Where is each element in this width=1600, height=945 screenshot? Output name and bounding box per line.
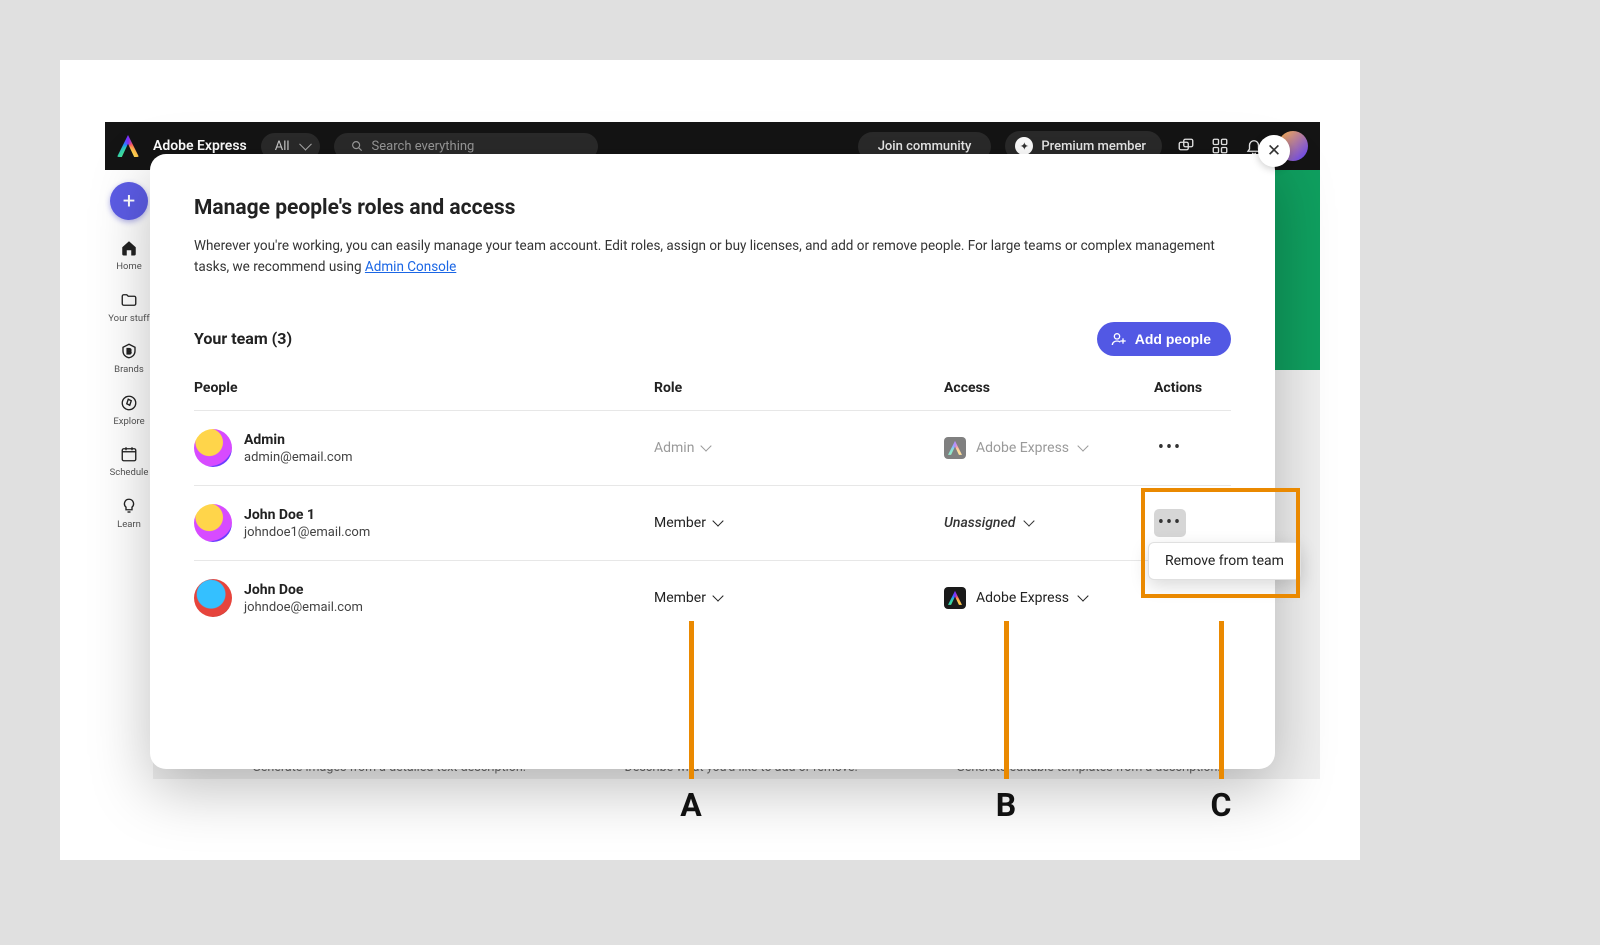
access-value: Adobe Express (976, 440, 1069, 456)
person-email: admin@email.com (244, 450, 353, 465)
table-row: John Doe 1 johndoe1@email.com Member Una… (194, 485, 1231, 560)
sidebar-item-home[interactable]: Home (105, 238, 153, 272)
brand-icon: B (119, 341, 139, 361)
person-email: johndoe1@email.com (244, 525, 370, 540)
annotation-letter-a: A (680, 786, 702, 824)
row-actions-button[interactable]: ••• (1154, 584, 1186, 612)
person-name: John Doe 1 (244, 506, 370, 525)
chevron-down-icon (1077, 441, 1088, 452)
sidebar-label: Your stuff (108, 314, 150, 324)
role-dropdown[interactable]: Admin (654, 440, 944, 456)
avatar (194, 429, 232, 467)
col-people: People (194, 380, 654, 396)
annotation-line-b (1004, 621, 1009, 779)
people-table: People Role Access Actions Admin admin@e… (194, 380, 1231, 635)
table-row: Admin admin@email.com Admin Adobe Expres… (194, 410, 1231, 485)
search-placeholder: Search everything (372, 139, 475, 154)
sidebar-label: Brands (114, 365, 144, 375)
search-icon (350, 139, 364, 153)
annotation-line-a (689, 621, 694, 779)
access-value: Adobe Express (976, 590, 1069, 606)
chevron-down-icon (701, 441, 712, 452)
avatar (194, 579, 232, 617)
sidebar-item-brands[interactable]: B Brands (105, 341, 153, 375)
admin-console-link[interactable]: Admin Console (365, 259, 456, 275)
table-header: People Role Access Actions (194, 380, 1231, 410)
person-name: John Doe (244, 581, 363, 600)
table-row: John Doe johndoe@email.com Member Adobe … (194, 560, 1231, 635)
folder-icon (119, 290, 139, 310)
sidebar-label: Learn (117, 520, 141, 530)
access-value: Unassigned (944, 515, 1015, 531)
person-email: johndoe@email.com (244, 600, 363, 615)
row-actions-button[interactable]: ••• (1154, 509, 1186, 537)
close-modal-button[interactable]: ✕ (1258, 135, 1290, 167)
chevron-down-icon (712, 516, 723, 527)
sidebar: + Home Your stuff B Brands Explore (105, 170, 153, 779)
share-icon[interactable] (1176, 136, 1196, 156)
role-value: Admin (654, 440, 694, 456)
annotation-line-c (1219, 621, 1224, 779)
role-value: Member (654, 590, 706, 606)
annotation-letter-c: C (1211, 786, 1232, 824)
col-access: Access (944, 380, 1154, 396)
sidebar-label: Explore (113, 417, 144, 427)
avatar (194, 504, 232, 542)
home-icon (119, 238, 139, 258)
manage-people-modal: Manage people's roles and access Whereve… (150, 154, 1275, 769)
adobe-express-app-icon (944, 587, 966, 609)
remove-from-team-menu-item[interactable]: Remove from team (1148, 542, 1301, 580)
chevron-down-icon (1024, 516, 1035, 527)
modal-title: Manage people's roles and access (194, 196, 1231, 220)
add-person-icon (1111, 331, 1127, 347)
svg-text:B: B (127, 347, 132, 356)
brand-name: Adobe Express (153, 138, 247, 154)
person-cell: John Doe 1 johndoe1@email.com (194, 504, 654, 542)
modal-description: Wherever you're working, you can easily … (194, 236, 1224, 278)
more-dots-icon: ••• (1158, 587, 1182, 608)
role-dropdown[interactable]: Member (654, 590, 944, 606)
compass-icon (119, 393, 139, 413)
role-value: Member (654, 515, 706, 531)
access-dropdown[interactable]: Adobe Express (944, 437, 1154, 459)
col-role: Role (654, 380, 944, 396)
chevron-down-icon (1077, 591, 1088, 602)
access-dropdown[interactable]: Adobe Express (944, 587, 1154, 609)
premium-label: Premium member (1041, 139, 1146, 154)
lightbulb-icon (119, 496, 139, 516)
add-people-button[interactable]: Add people (1097, 322, 1231, 356)
more-dots-icon: ••• (1158, 437, 1182, 458)
calendar-icon (119, 444, 139, 464)
add-people-label: Add people (1135, 331, 1211, 347)
col-actions: Actions (1154, 380, 1234, 396)
annotation-letter-b: B (996, 786, 1016, 824)
sidebar-item-learn[interactable]: Learn (105, 496, 153, 530)
person-cell: John Doe johndoe@email.com (194, 579, 654, 617)
modal-description-text: Wherever you're working, you can easily … (194, 238, 1215, 275)
adobe-logo-icon (117, 135, 139, 157)
adobe-express-app-icon (944, 437, 966, 459)
role-dropdown[interactable]: Member (654, 515, 944, 531)
row-actions-button[interactable]: ••• (1154, 434, 1186, 462)
access-dropdown[interactable]: Unassigned (944, 515, 1154, 531)
team-heading: Your team (3) (194, 329, 292, 348)
sidebar-item-your-stuff[interactable]: Your stuff (105, 290, 153, 324)
new-button[interactable]: + (110, 182, 148, 220)
person-cell: Admin admin@email.com (194, 429, 654, 467)
close-icon: ✕ (1267, 141, 1281, 161)
apps-grid-icon[interactable] (1210, 136, 1230, 156)
sidebar-label: Schedule (110, 468, 149, 478)
sidebar-item-schedule[interactable]: Schedule (105, 444, 153, 478)
person-name: Admin (244, 431, 353, 450)
sidebar-item-explore[interactable]: Explore (105, 393, 153, 427)
premium-star-icon: ✦ (1015, 137, 1033, 155)
sidebar-label: Home (116, 262, 142, 272)
chevron-down-icon (712, 591, 723, 602)
more-dots-icon: ••• (1158, 512, 1182, 533)
